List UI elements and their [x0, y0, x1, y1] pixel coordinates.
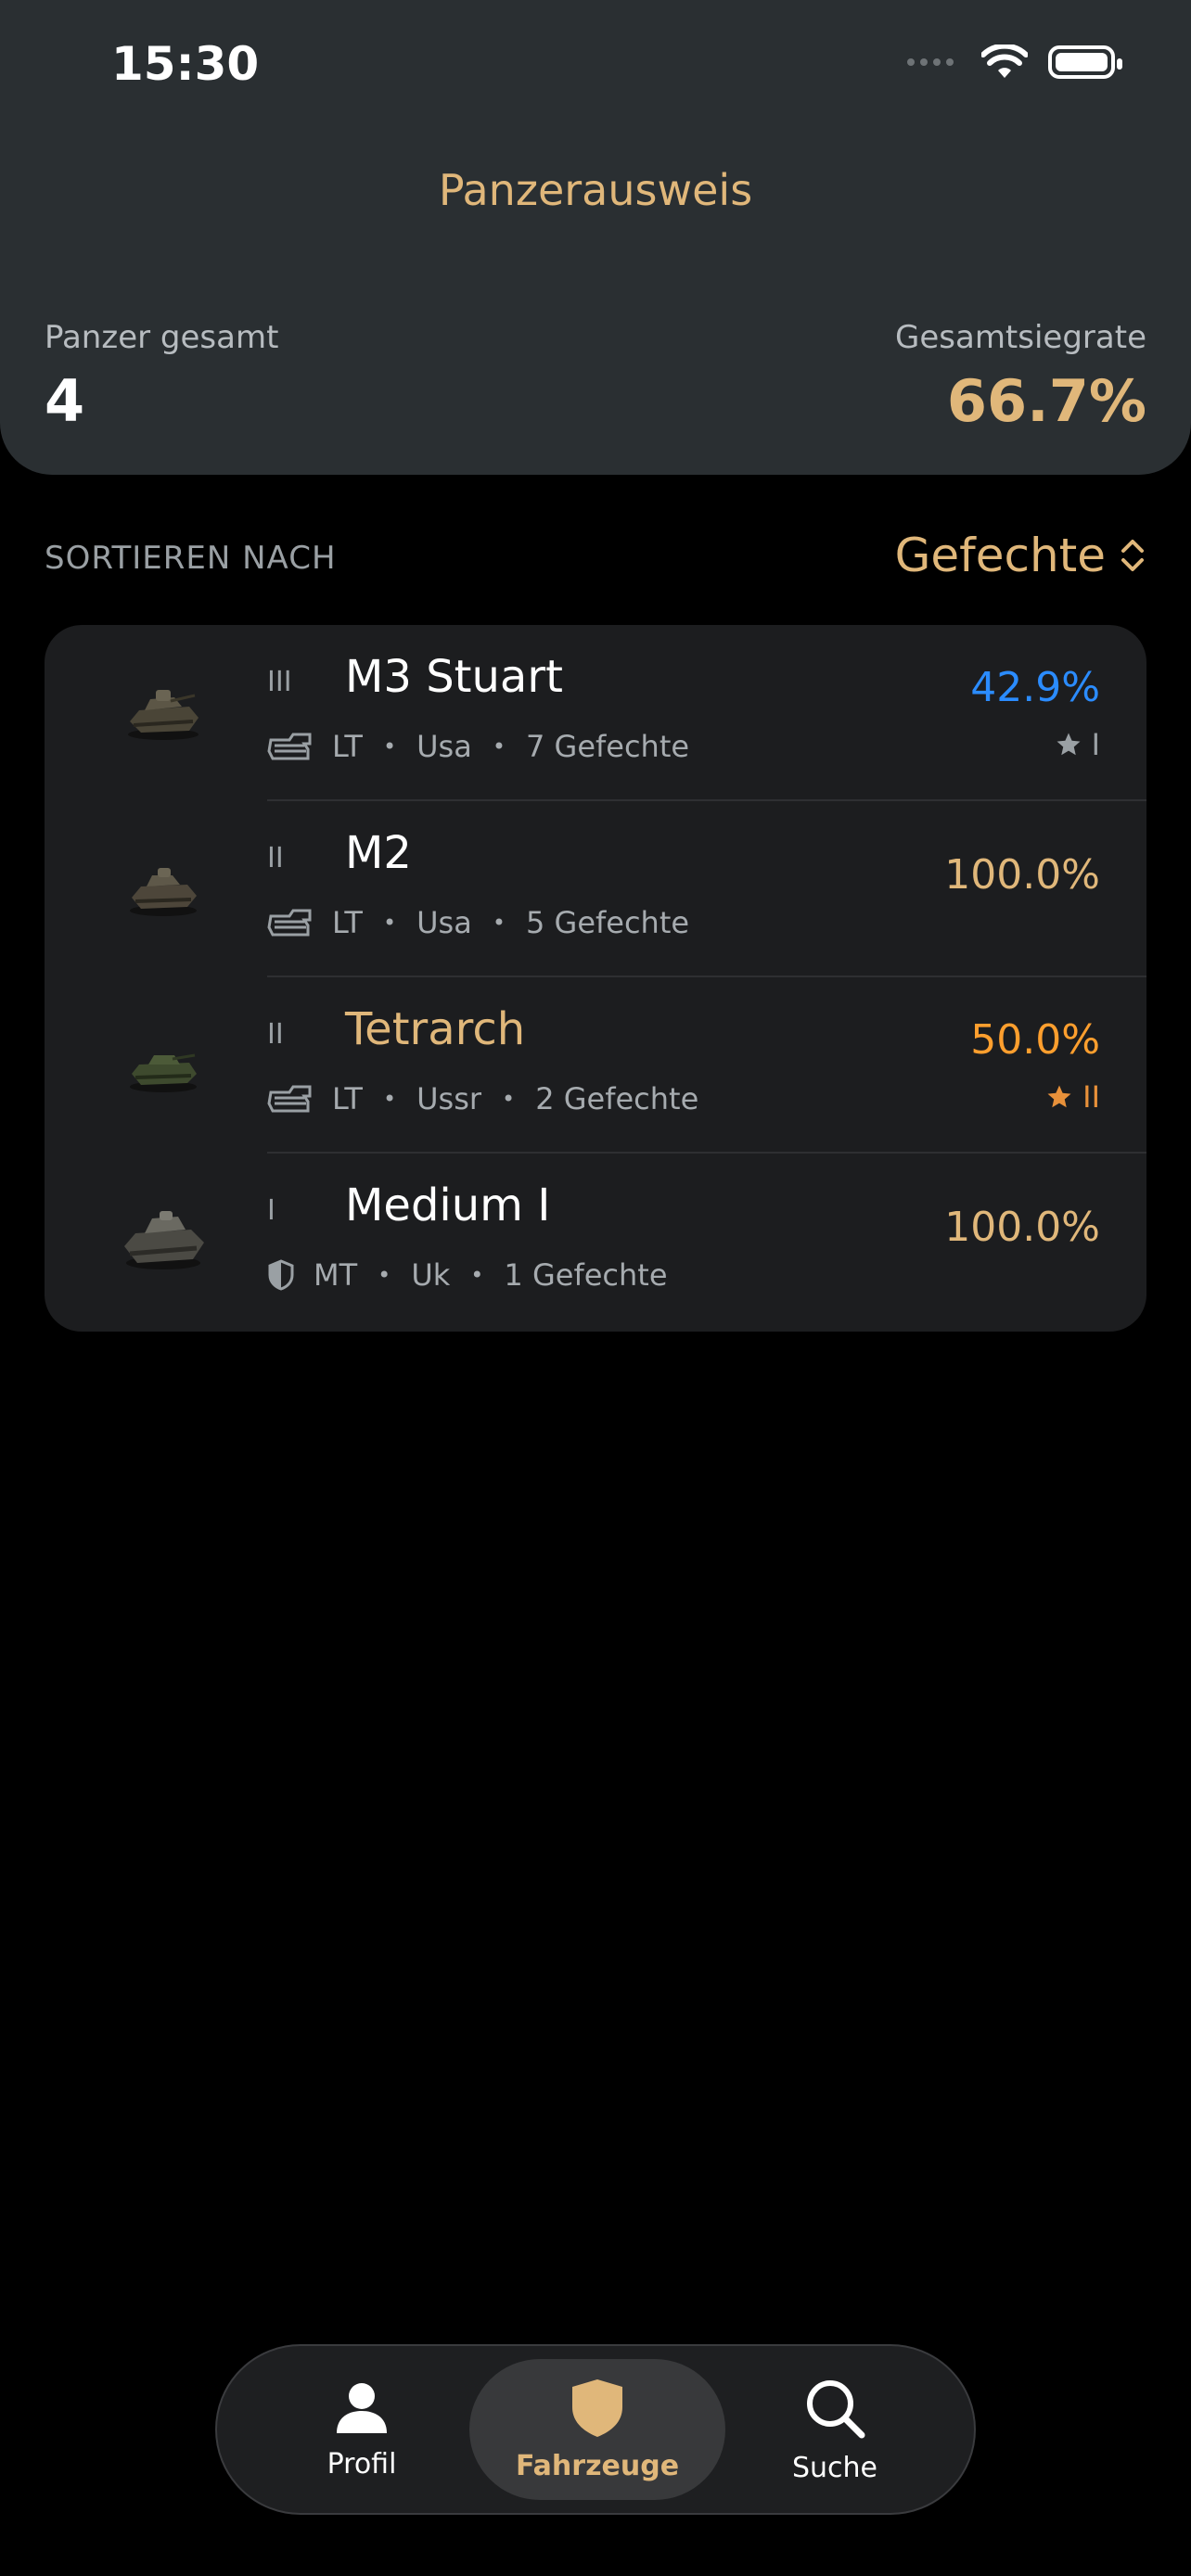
- tank-battles: 1 Gefechte: [504, 1257, 668, 1293]
- tier-label: III: [267, 666, 292, 698]
- tank-type: MT: [314, 1257, 358, 1293]
- tab-label: Suche: [791, 2451, 878, 2484]
- tab-profile[interactable]: Profil: [234, 2359, 490, 2500]
- separator-dot: •: [382, 733, 397, 759]
- wifi-icon: [981, 45, 1028, 78]
- separator-dot: •: [382, 910, 397, 936]
- overall-winrate-label: Gesamtsiegrate: [895, 319, 1146, 356]
- tank-name: M2: [345, 827, 412, 879]
- star-icon: [1047, 1085, 1071, 1108]
- tab-vehicles[interactable]: Fahrzeuge: [469, 2359, 725, 2500]
- tank-row-tetrarch[interactable]: II Tetrarch LT • Ussr • 2 Gefechte 50.0%…: [45, 977, 1146, 1154]
- total-tanks-label: Panzer gesamt: [45, 319, 279, 356]
- mastery-level: II: [1082, 1079, 1100, 1115]
- separator-dot: •: [470, 1262, 484, 1288]
- light-tank-icon: [267, 1083, 314, 1115]
- chevron-up-down-icon: [1121, 540, 1144, 571]
- status-indicators: [907, 45, 1122, 80]
- medium-tank-icon: [267, 1259, 295, 1291]
- tab-search[interactable]: Suche: [707, 2359, 963, 2500]
- tank-row-m2[interactable]: II M2 LT • Usa • 5 Gefechte 100.0%: [45, 801, 1146, 977]
- cellular-signal-icon: [907, 58, 954, 66]
- total-tanks-stat: Panzer gesamt 4: [45, 319, 278, 435]
- tank-image: [130, 868, 197, 916]
- tank-image: [128, 690, 198, 740]
- sort-value: Gefechte: [894, 529, 1106, 582]
- tier-label: I: [267, 1194, 275, 1227]
- sort-row: SORTIEREN NACH Gefechte: [45, 529, 1146, 588]
- tank-nation: Usa: [416, 729, 472, 764]
- tank-image: [130, 1053, 197, 1092]
- tank-type: LT: [332, 905, 363, 940]
- tank-meta: LT • Usa • 7 Gefechte: [267, 729, 689, 764]
- tank-battles: 5 Gefechte: [525, 905, 690, 940]
- tank-nation: Uk: [411, 1257, 451, 1293]
- light-tank-icon: [267, 731, 314, 762]
- mastery-mark: II: [1045, 1079, 1100, 1115]
- tab-label: Profil: [327, 2447, 397, 2480]
- search-icon: [807, 2379, 865, 2438]
- overall-winrate-value: 66.7%: [946, 367, 1146, 435]
- status-time: 15:30: [111, 37, 260, 91]
- tank-name: Tetrarch: [345, 1003, 526, 1055]
- tank-meta: LT • Ussr • 2 Gefechte: [267, 1081, 698, 1116]
- tank-winrate: 100.0%: [944, 851, 1100, 899]
- tank-battles: 2 Gefechte: [535, 1081, 699, 1116]
- mastery-level: I: [1091, 727, 1100, 762]
- star-icon: [1057, 733, 1081, 756]
- tank-name: Medium I: [345, 1180, 551, 1231]
- separator-dot: •: [382, 1086, 397, 1112]
- separator-dot: •: [492, 910, 506, 936]
- separator-dot: •: [502, 1086, 516, 1112]
- tank-winrate: 100.0%: [944, 1204, 1100, 1251]
- tank-row-medium-i[interactable]: I Medium I MT • Uk • 1 Gefechte 100.0%: [45, 1154, 1146, 1330]
- person-icon: [337, 2382, 387, 2433]
- tank-nation: Ussr: [416, 1081, 482, 1116]
- header-panel: 15:30 Panzerausweis Panzer gesamt 4 Gesa…: [0, 0, 1191, 475]
- overall-winrate-stat: Gesamtsiegrate 66.7%: [895, 319, 1146, 435]
- tab-bar: Profil Fahrzeuge Suche: [215, 2344, 976, 2515]
- tank-type: LT: [332, 729, 363, 764]
- tank-winrate: 50.0%: [970, 1016, 1100, 1064]
- tank-type: LT: [332, 1081, 363, 1116]
- mastery-mark: I: [1055, 727, 1100, 762]
- shield-icon: [572, 2378, 622, 2437]
- light-tank-icon: [267, 907, 314, 938]
- tank-battles: 7 Gefechte: [525, 729, 690, 764]
- tier-label: II: [267, 842, 284, 874]
- tank-meta: LT • Usa • 5 Gefechte: [267, 905, 689, 940]
- tank-list: III M3 Stuart LT • Usa • 7 Gefechte 42.9…: [45, 625, 1146, 1332]
- tier-label: II: [267, 1018, 284, 1051]
- sort-label: SORTIEREN NACH: [45, 540, 337, 577]
- tab-label: Fahrzeuge: [515, 2449, 680, 2482]
- tank-winrate: 42.9%: [970, 664, 1100, 711]
- tank-name: M3 Stuart: [345, 651, 563, 703]
- page-title: Panzerausweis: [438, 165, 753, 215]
- separator-dot: •: [492, 733, 506, 759]
- tank-row-m3-stuart[interactable]: III M3 Stuart LT • Usa • 7 Gefechte 42.9…: [45, 625, 1146, 801]
- battery-icon: [1048, 45, 1122, 79]
- tank-meta: MT • Uk • 1 Gefechte: [267, 1257, 668, 1293]
- sort-selector[interactable]: Gefechte: [895, 529, 1146, 582]
- tank-image: [124, 1211, 204, 1269]
- separator-dot: •: [378, 1262, 391, 1288]
- tank-nation: Usa: [416, 905, 472, 940]
- total-tanks-value: 4: [45, 367, 85, 435]
